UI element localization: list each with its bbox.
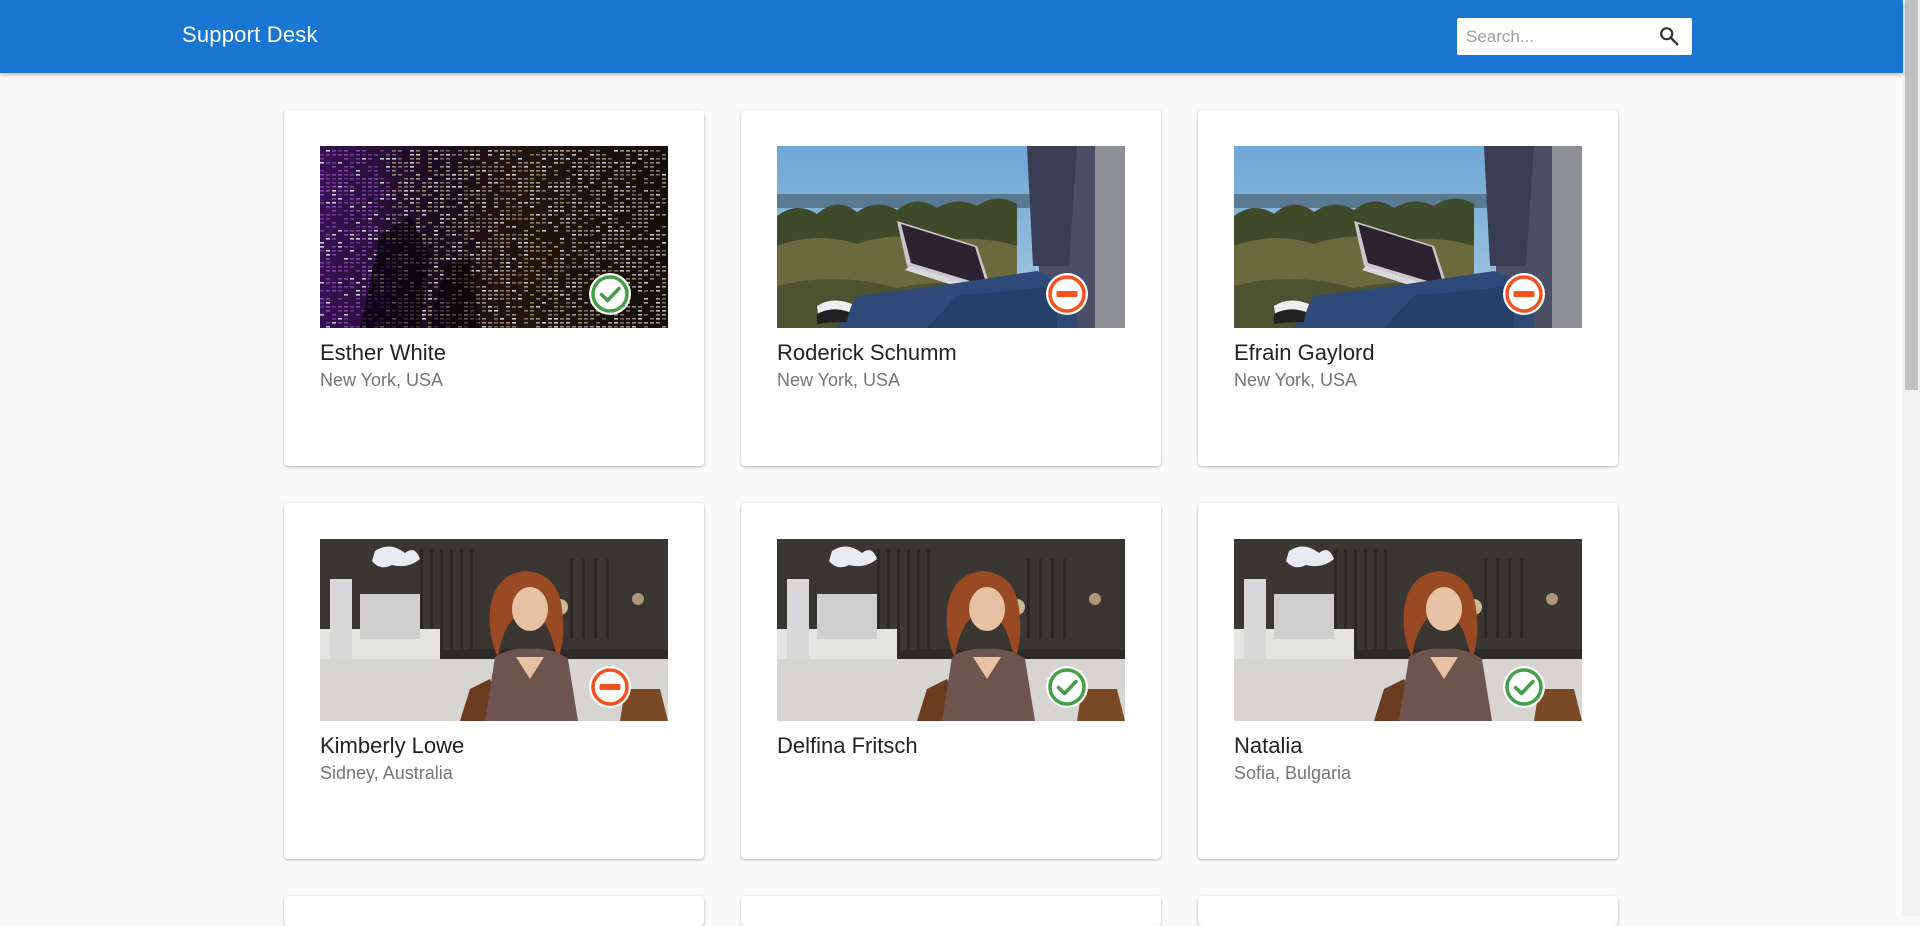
profile-card[interactable]: Roderick Schumm New York, USA <box>741 110 1161 466</box>
profile-card[interactable] <box>284 896 704 926</box>
app-title: Support Desk <box>182 22 318 47</box>
profile-name: Roderick Schumm <box>777 340 957 365</box>
profile-location: New York, USA <box>320 370 444 390</box>
page-scrollbar[interactable] <box>1903 0 1920 916</box>
do-not-disturb-icon <box>1502 272 1546 316</box>
check-circle-icon <box>1502 665 1546 709</box>
profile-name: Efrain Gaylord <box>1234 340 1375 365</box>
profile-location: New York, USA <box>777 370 901 390</box>
profile-name: Esther White <box>320 340 446 365</box>
profile-location: Sidney, Australia <box>320 763 453 783</box>
search-icon[interactable] <box>1658 25 1680 47</box>
profile-name: Natalia <box>1234 733 1303 758</box>
profile-card[interactable]: Efrain Gaylord New York, USA <box>1198 110 1618 466</box>
do-not-disturb-icon <box>1045 272 1089 316</box>
profile-card[interactable] <box>1198 896 1618 926</box>
scrollbar-thumb[interactable] <box>1905 0 1918 390</box>
search-box <box>1457 18 1692 55</box>
profile-card[interactable]: Natalia Sofia, Bulgaria <box>1198 503 1618 859</box>
check-circle-icon <box>588 272 632 316</box>
profile-card[interactable]: Delfina Fritsch <box>741 503 1161 859</box>
profile-location: New York, USA <box>1234 370 1358 390</box>
profile-name: Delfina Fritsch <box>777 733 918 758</box>
search-input[interactable] <box>1457 18 1652 55</box>
do-not-disturb-icon <box>588 665 632 709</box>
profile-location: Sofia, Bulgaria <box>1234 763 1352 783</box>
check-circle-icon <box>1045 665 1089 709</box>
profile-card[interactable]: Kimberly Lowe Sidney, Australia <box>284 503 704 859</box>
profile-name: Kimberly Lowe <box>320 733 465 758</box>
profile-card[interactable]: Esther White New York, USA <box>284 110 704 466</box>
profile-grid: Esther White New York, USA Roderick Schu… <box>284 110 1618 926</box>
app-bar: Support Desk <box>0 0 1903 73</box>
profile-card[interactable] <box>741 896 1161 926</box>
